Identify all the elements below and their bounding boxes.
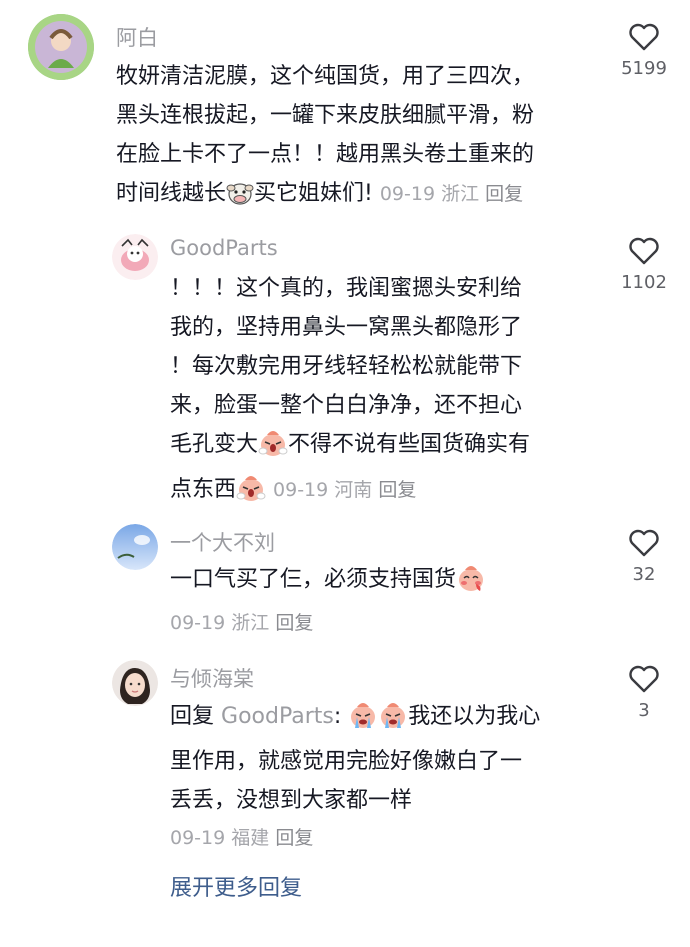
comment-line: 我的，坚持用鼻头一窝黑头都隐形了	[170, 315, 523, 340]
reply-button[interactable]: 回复	[275, 827, 313, 849]
comment-line-part: 不得不说有些国货确实有	[288, 432, 531, 457]
comment-line-part: 我还以为我心	[408, 704, 541, 729]
shocked-face-emoji-icon	[236, 474, 266, 515]
comment-line: 一口气买了仨，必须支持国货	[170, 560, 590, 605]
comment-location: 浙江	[231, 612, 270, 634]
comment-text: 一口气买了仨，必须支持国货	[170, 560, 590, 605]
comment-line-part: 买它姐妹们!	[254, 181, 373, 206]
comment-date: 09-19	[379, 183, 436, 205]
comment-line: 丢丢，没想到大家都一样	[170, 788, 413, 813]
reply-button[interactable]: 回复	[378, 479, 416, 501]
comment-meta: 09-19 浙江 回复	[170, 608, 313, 635]
like-count: 5199	[621, 58, 667, 79]
avatar[interactable]	[112, 524, 158, 570]
comment-meta: 09-19 福建 回复	[170, 823, 313, 850]
comment-text: ！！！这个真的，我闺蜜摁头安利给 我的，坚持用鼻头一窝黑头都隐形了 ！每次敷完用…	[170, 269, 590, 515]
reply-prefix: 回复	[170, 704, 215, 729]
comment-meta: 09-19 河南 回复	[273, 479, 416, 501]
comment-location: 浙江	[441, 183, 480, 205]
reply-button[interactable]: 回复	[485, 183, 523, 205]
comment-line: 回复 GoodParts: 我还以为我心	[170, 697, 590, 742]
cow-emoji-icon	[226, 180, 254, 219]
username[interactable]: GoodParts	[170, 236, 278, 260]
shocked-face-emoji-icon	[258, 429, 288, 470]
comment-date: 09-19	[170, 827, 226, 849]
like-column: 5199	[604, 22, 684, 79]
comment-location: 福建	[231, 827, 270, 849]
comment-line: ！每次敷完用牙线轻轻松松就能带下	[170, 354, 523, 379]
comment-line-part: 一口气买了仨，必须支持国货	[170, 567, 457, 592]
username[interactable]: 阿白	[116, 22, 158, 52]
comment-text: 牧妍清洁泥膜，这个纯国货，用了三四次， 黑头连根拔起，一罐下来皮肤细腻平滑，粉 …	[116, 57, 596, 219]
comment-line-part: 时间线越长	[116, 181, 227, 206]
like-column: 32	[604, 528, 684, 585]
heart-icon[interactable]	[628, 528, 660, 558]
username[interactable]: 与倾海棠	[170, 663, 254, 693]
avatar[interactable]	[112, 234, 158, 280]
heart-icon[interactable]	[628, 22, 660, 52]
comment-line-part: 点东西	[170, 477, 237, 502]
comment-line: 时间线越长 买它姐妹们! 09-19 浙江 回复	[116, 174, 596, 219]
expand-more-replies-link[interactable]: 展开更多回复	[170, 870, 302, 902]
comment-line: ！！！这个真的，我闺蜜摁头安利给	[170, 276, 523, 301]
heart-icon[interactable]	[628, 664, 660, 694]
comment-meta: 09-19 浙江 回复	[380, 183, 523, 205]
comment-line: 毛孔变大 不得不说有些国货确实有	[170, 425, 590, 470]
reply-colon: :	[333, 704, 342, 729]
heart-icon[interactable]	[628, 236, 660, 266]
comment-line: 点东西 09-19 河南 回复	[170, 470, 590, 515]
crying-face-emoji-icon	[378, 701, 408, 742]
comment-line: 牧妍清洁泥膜，这个纯国货，用了三四次，	[116, 64, 535, 89]
avatar[interactable]	[28, 14, 94, 80]
comment-line: 里作用，就感觉用完脸好像嫩白了一	[170, 749, 523, 774]
comment-text: 回复 GoodParts: 我还以为我心 里作用，就感觉用完脸好像嫩白了一 丢丢…	[170, 697, 590, 820]
like-count: 3	[638, 700, 650, 721]
username[interactable]: 一个大不刘	[170, 527, 275, 557]
comment-line: 黑头连根拔起，一罐下来皮肤细腻平滑，粉	[116, 103, 535, 128]
blushing-face-emoji-icon	[456, 564, 486, 605]
avatar[interactable]	[112, 660, 158, 706]
like-count: 32	[632, 564, 656, 585]
like-column: 3	[604, 664, 684, 721]
like-column: 1102	[604, 236, 684, 293]
reply-button[interactable]: 回复	[275, 612, 313, 634]
comment-line: 来，脸蛋一整个白白净净，还不担心	[170, 393, 523, 418]
comment-line: 在脸上卡不了一点！！越用黑头卷土重来的	[116, 142, 535, 167]
comment-date: 09-19	[273, 479, 329, 501]
comment-date: 09-19	[170, 612, 226, 634]
comment-location: 河南	[334, 479, 373, 501]
like-count: 1102	[621, 272, 667, 293]
reply-to-username[interactable]: GoodParts	[221, 704, 334, 729]
crying-face-emoji-icon	[348, 701, 378, 742]
comment-line-part: 毛孔变大	[170, 432, 259, 457]
